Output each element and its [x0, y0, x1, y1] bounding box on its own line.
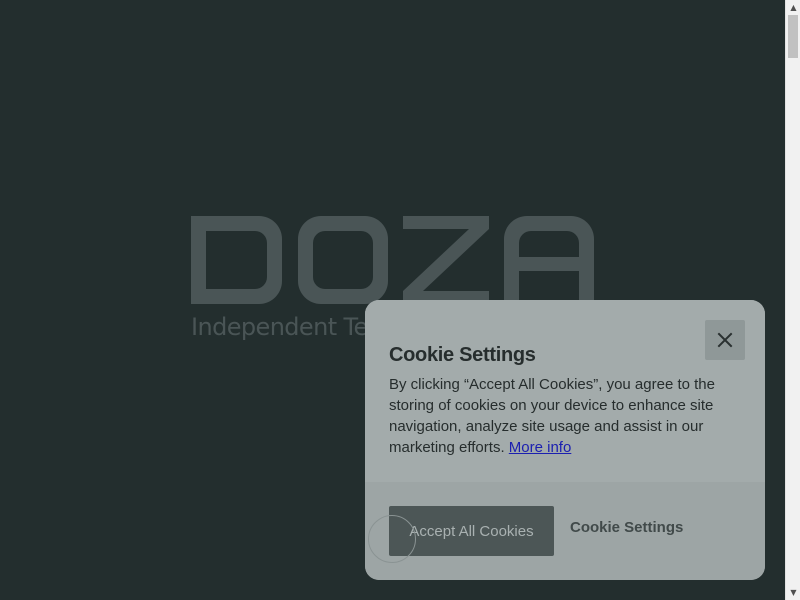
cookie-banner: Cookie Settings By clicking “Accept All …	[365, 300, 765, 580]
vertical-scrollbar[interactable]: ▲ ▼	[785, 0, 800, 600]
close-icon	[717, 332, 733, 348]
cookie-banner-title: Cookie Settings	[389, 344, 536, 366]
cookie-banner-description: By clicking “Accept All Cookies”, you ag…	[389, 374, 719, 458]
scroll-up-arrow-icon[interactable]: ▲	[786, 0, 800, 15]
scroll-thumb[interactable]	[788, 15, 798, 58]
doza-logo	[191, 216, 594, 304]
close-button[interactable]	[705, 320, 745, 360]
cookie-settings-button[interactable]: Cookie Settings	[570, 506, 683, 550]
accept-all-cookies-button[interactable]: Accept All Cookies	[389, 506, 554, 556]
more-info-link[interactable]: More info	[509, 439, 572, 456]
scroll-down-arrow-icon[interactable]: ▼	[786, 585, 800, 600]
